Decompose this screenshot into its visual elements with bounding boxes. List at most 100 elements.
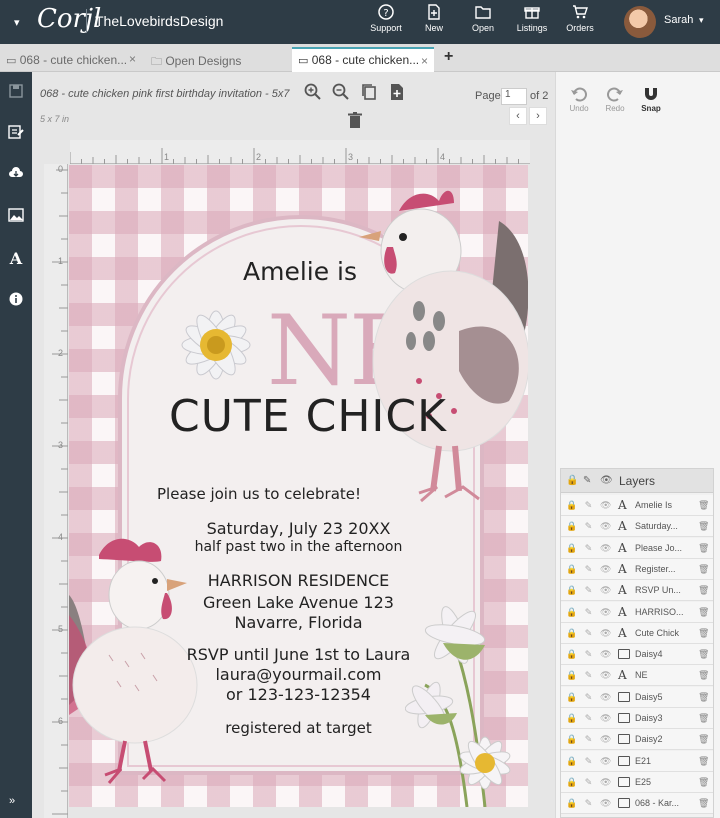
- street-text[interactable]: Green Lake Avenue 123: [69, 593, 528, 612]
- lock-icon[interactable]: 🔒: [566, 564, 577, 575]
- edit-icon[interactable]: ✎: [583, 628, 594, 639]
- open-button[interactable]: Open: [455, 4, 511, 33]
- join-text[interactable]: Please join us to celebrate!: [157, 485, 361, 503]
- residence-text[interactable]: HARRISON RESIDENCE: [69, 571, 528, 590]
- cloud-download-icon[interactable]: [7, 166, 25, 184]
- lock-icon[interactable]: 🔒: [566, 777, 577, 788]
- edit-icon[interactable]: ✎: [583, 607, 594, 618]
- visibility-icon[interactable]: 👁: [600, 564, 611, 575]
- daisy-flower-illustration[interactable]: [161, 283, 271, 403]
- edit-all-icon[interactable]: ✎: [583, 475, 595, 487]
- app-logo[interactable]: Corjl: [37, 4, 101, 34]
- visibility-icon[interactable]: 👁: [600, 692, 611, 703]
- edit-icon[interactable]: ✎: [583, 564, 594, 575]
- layer-row[interactable]: 🔒 ✎ 👁 Daisy4 🗑: [561, 644, 713, 666]
- email-text[interactable]: laura@yourmail.com: [69, 665, 528, 684]
- edit-icon[interactable]: ✎: [583, 777, 594, 788]
- zoom-out-icon[interactable]: [332, 83, 350, 101]
- visibility-icon[interactable]: 👁: [600, 585, 611, 596]
- zoom-in-icon[interactable]: [304, 83, 322, 101]
- edit-icon[interactable]: ✎: [583, 692, 594, 703]
- layer-row[interactable]: 🔒 ✎ 👁 068 - Kar... 🗑: [561, 793, 713, 815]
- close-tab-icon[interactable]: ×: [421, 54, 428, 68]
- delete-layer-icon[interactable]: 🗑: [698, 628, 709, 639]
- tab-design-1[interactable]: ▭ 068 - cute chicken... ×: [0, 47, 142, 72]
- next-page-button[interactable]: ›: [529, 107, 547, 125]
- time-text[interactable]: half past two in the afternoon: [69, 539, 528, 555]
- save-icon[interactable]: [7, 84, 25, 102]
- delete-layer-icon[interactable]: 🗑: [698, 564, 709, 575]
- layer-row[interactable]: 🔒 ✎ 👁 Daisy2 🗑: [561, 729, 713, 751]
- lock-icon[interactable]: 🔒: [566, 500, 577, 511]
- close-tab-icon[interactable]: ×: [129, 52, 136, 66]
- delete-layer-icon[interactable]: 🗑: [698, 756, 709, 767]
- visibility-icon[interactable]: 👁: [600, 734, 611, 745]
- edit-icon[interactable]: ✎: [583, 798, 594, 809]
- edit-icon[interactable]: ✎: [583, 543, 594, 554]
- expand-sidebar-icon[interactable]: »: [9, 795, 15, 807]
- visibility-icon[interactable]: 👁: [600, 670, 611, 681]
- delete-layer-icon[interactable]: 🗑: [698, 585, 709, 596]
- layer-row[interactable]: 🔒 ✎ 👁 A Amelie Is 🗑: [561, 495, 713, 516]
- menu-caret-icon[interactable]: ▾: [14, 16, 20, 29]
- edit-icon[interactable]: ✎: [583, 500, 594, 511]
- visibility-icon[interactable]: 👁: [600, 713, 611, 724]
- layer-row[interactable]: 🔒 ✎ 👁 A Please Jo... 🗑: [561, 537, 713, 559]
- prev-page-button[interactable]: ‹: [509, 107, 527, 125]
- layer-row[interactable]: 🔒 ✎ 👁 A Cute Chick 🗑: [561, 622, 713, 644]
- user-name[interactable]: Sarah: [664, 14, 693, 26]
- layer-row[interactable]: 🔒 ✎ 👁 E25 🗑: [561, 771, 713, 793]
- delete-layer-icon[interactable]: 🗑: [698, 777, 709, 788]
- layer-row[interactable]: 🔒 ✎ 👁 A Register... 🗑: [561, 558, 713, 580]
- visibility-icon[interactable]: 👁: [600, 649, 611, 660]
- visibility-icon[interactable]: 👁: [600, 500, 611, 511]
- registry-text[interactable]: registered at target: [69, 719, 528, 737]
- layer-row[interactable]: 🔒 ✎ 👁 Daisy3 🗑: [561, 708, 713, 729]
- lock-icon[interactable]: 🔒: [566, 798, 577, 809]
- invitation-artboard[interactable]: NE Amelie is CUTE CHICK Please join us t…: [69, 165, 528, 807]
- lock-icon[interactable]: 🔒: [566, 670, 577, 681]
- layer-row[interactable]: 🔒 ✎ 👁 E21 🗑: [561, 750, 713, 772]
- layer-row[interactable]: 🔒 ✎ 👁 A HARRISO... 🗑: [561, 601, 713, 623]
- visibility-icon[interactable]: 👁: [600, 628, 611, 639]
- edit-icon[interactable]: ✎: [583, 756, 594, 767]
- edit-icon[interactable]: ✎: [583, 734, 594, 745]
- visibility-icon[interactable]: 👁: [600, 777, 611, 788]
- delete-layer-icon[interactable]: 🗑: [698, 713, 709, 724]
- info-icon[interactable]: [7, 292, 25, 310]
- phone-text[interactable]: or 123-123-12354: [69, 685, 528, 704]
- name-text[interactable]: Amelie is: [243, 257, 357, 286]
- edit-icon[interactable]: ✎: [583, 521, 594, 532]
- delete-layer-icon[interactable]: 🗑: [698, 670, 709, 681]
- edit-icon[interactable]: ✎: [583, 649, 594, 660]
- lock-icon[interactable]: 🔒: [566, 543, 577, 554]
- duplicate-page-icon[interactable]: [360, 83, 378, 101]
- tab-open-designs[interactable]: 🗀 Open Designs: [145, 47, 289, 72]
- add-tab-button[interactable]: +: [444, 48, 453, 66]
- lock-icon[interactable]: 🔒: [566, 692, 577, 703]
- edit-details-icon[interactable]: [7, 124, 25, 142]
- delete-layer-icon[interactable]: 🗑: [698, 543, 709, 554]
- delete-layer-icon[interactable]: 🗑: [698, 607, 709, 618]
- visibility-all-icon[interactable]: 👁: [600, 475, 613, 487]
- rsvp-text[interactable]: RSVP until June 1st to Laura: [69, 645, 528, 664]
- shop-name[interactable]: TheLovebirdsDesign: [95, 13, 223, 29]
- chicken-illustration-right[interactable]: [359, 181, 528, 521]
- cute-chick-text[interactable]: CUTE CHICK: [169, 391, 447, 442]
- image-icon[interactable]: [7, 208, 25, 226]
- redo-button[interactable]: Redo: [600, 86, 630, 113]
- delete-layer-icon[interactable]: 🗑: [698, 521, 709, 532]
- layer-row[interactable]: 🔒 ✎ 👁 A NE 🗑: [561, 665, 713, 687]
- edit-icon[interactable]: ✎: [583, 585, 594, 596]
- city-text[interactable]: Navarre, Florida: [69, 613, 528, 632]
- lock-icon[interactable]: 🔒: [566, 585, 577, 596]
- lock-icon[interactable]: 🔒: [566, 628, 577, 639]
- delete-layer-icon[interactable]: 🗑: [698, 734, 709, 745]
- new-button[interactable]: New: [406, 4, 462, 33]
- layer-row[interactable]: 🔒 ✎ 👁 Daisy5 🗑: [561, 686, 713, 708]
- date-text[interactable]: Saturday, July 23 20XX: [69, 519, 528, 538]
- layer-row[interactable]: 🔒 ✎ 👁 A RSVP Un... 🗑: [561, 580, 713, 602]
- delete-page-icon[interactable]: [346, 111, 364, 129]
- delete-layer-icon[interactable]: 🗑: [698, 649, 709, 660]
- delete-layer-icon[interactable]: 🗑: [698, 500, 709, 511]
